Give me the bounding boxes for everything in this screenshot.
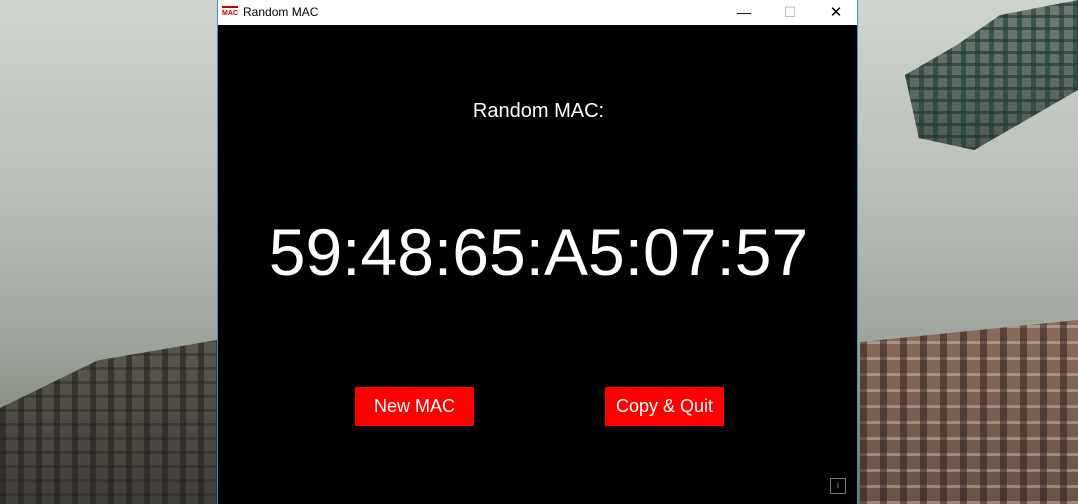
minimize-button[interactable]: —: [721, 0, 767, 25]
mac-address-display: 59:48:65:A5:07:57: [268, 215, 809, 289]
mac-app-icon: MAC: [222, 6, 238, 18]
maximize-button[interactable]: ☐: [767, 0, 813, 25]
app-window: MAC Random MAC — ☐ ✕ Random MAC: 59:48:6…: [217, 0, 858, 504]
info-icon[interactable]: i: [830, 478, 846, 494]
wallpaper-building-right-top: [905, 0, 1078, 150]
copy-quit-button[interactable]: Copy & Quit: [605, 387, 724, 426]
close-button[interactable]: ✕: [813, 0, 859, 25]
title-bar[interactable]: MAC Random MAC — ☐ ✕: [218, 0, 857, 25]
random-mac-label: Random MAC:: [472, 100, 605, 122]
new-mac-button[interactable]: New MAC: [355, 387, 474, 426]
wallpaper-building-left: [0, 340, 217, 504]
window-title: Random MAC: [243, 5, 319, 19]
wallpaper-building-right-bottom: [860, 320, 1078, 504]
